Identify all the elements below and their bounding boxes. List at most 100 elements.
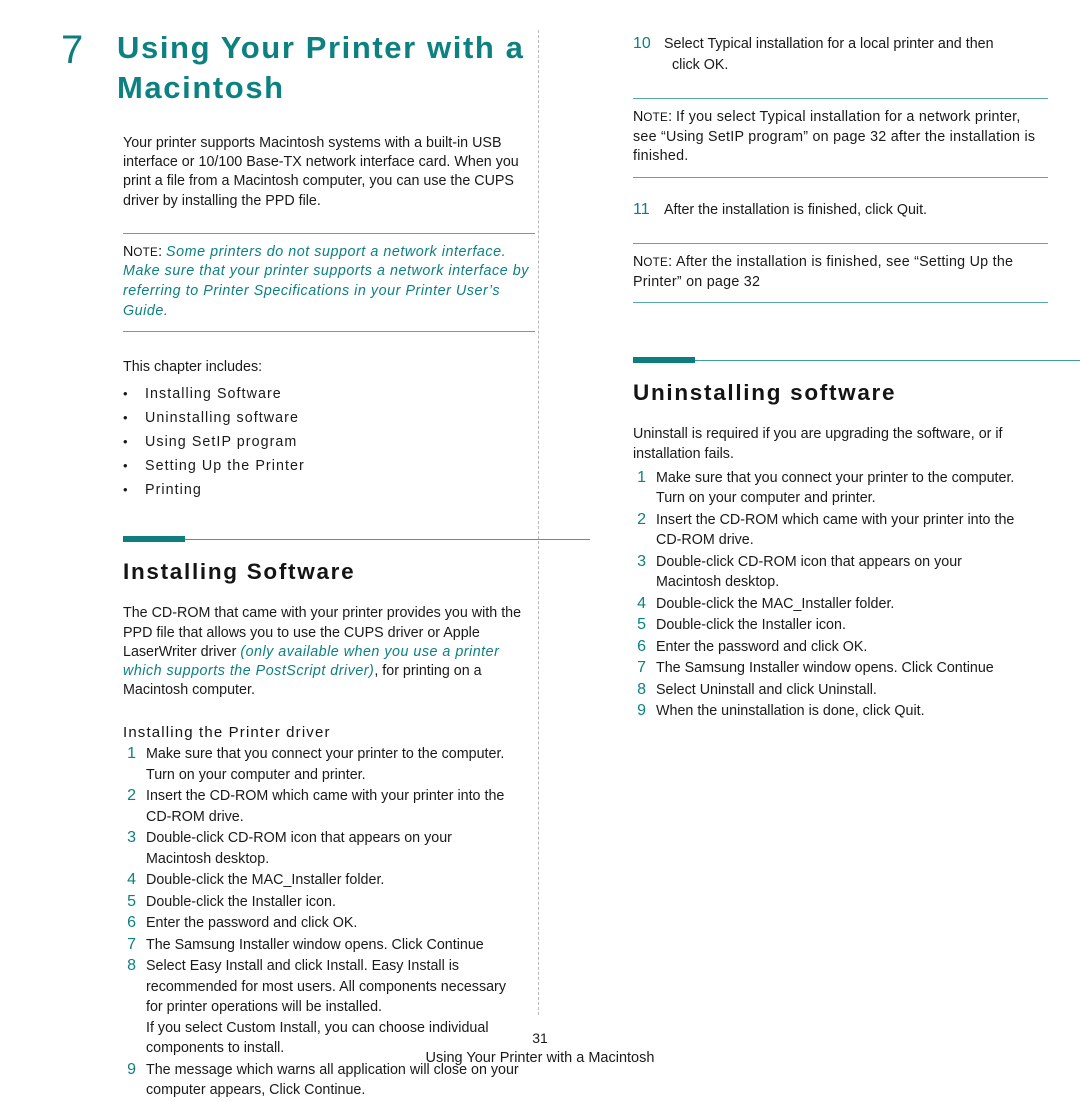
step-number: 9 [637,702,646,720]
step-text: Double-click CD-ROM icon that appears on… [656,553,962,591]
uninstalling-paragraph-text: Uninstall is required if you are upgradi… [633,426,1003,462]
chapter-includes-label: This chapter includes: [123,359,263,376]
step-number: 6 [127,914,136,932]
list-item: • Setting Up the Printer [123,454,535,478]
step-item: 1 Make sure that you connect your printe… [633,468,1051,509]
list-item-label: Installing Software [145,386,282,403]
step-item: 11 After the installation is finished, c… [633,200,1051,221]
step-number: 1 [127,745,136,763]
step-text: Double-click CD-ROM icon that appears on… [146,830,452,867]
step-text: Make sure that you connect your printer … [656,469,1015,507]
list-item-label: Using SetIP program [145,434,298,451]
right-column: 10 Select Typical installation for a loc… [565,0,1080,723]
step-number: 3 [127,829,136,847]
step-text: After the installation is finished, clic… [664,201,928,218]
step-text: Select Typical installation for a local … [664,36,994,73]
column-divider [538,30,539,1015]
step-item: 6 Enter the password and click OK. [633,637,1051,658]
list-item-label: Uninstalling software [145,410,299,427]
intro-paragraph: Your printer supports Macintosh systems … [123,135,519,209]
step-number: 11 [633,200,650,218]
step-item: 6 Enter the password and click OK. [123,913,538,934]
step-item: 4 Double-click the MAC_Installer folder. [633,594,1051,615]
step-item: 7 The Samsung Installer window opens. Cl… [633,658,1051,679]
list-item: • Using SetIP program [123,430,535,454]
step-text: Double-click the Installer icon. [656,617,846,634]
step-number: 2 [637,510,646,528]
step-item: 8 Select Uninstall and click Uninstall. [633,680,1051,701]
sub-heading-installing-printer-driver: Installing the Printer driver [123,724,331,742]
section-rule-thick [123,536,185,543]
chapter-number: 7 [61,28,84,72]
left-column: 7 Using Your Printer with a Macintosh Yo… [55,0,590,1102]
step-item: 7 The Samsung Installer window opens. Cl… [123,935,538,956]
step-number: 8 [637,680,646,698]
list-item-label: Printing [145,482,202,499]
uninstalling-steps: 1 Make sure that you connect your printe… [633,468,1051,722]
step-number: 3 [637,552,646,570]
page-number: 31 [532,1030,548,1046]
section-rule-thin [123,538,590,540]
bullet-icon: • [123,410,128,426]
step-number: 5 [637,616,646,634]
step-text: The Samsung Installer window opens. Clic… [656,660,994,677]
list-item: • Printing [123,478,535,502]
step-text: Enter the password and click OK. [146,915,358,932]
step-number: 5 [127,892,136,910]
step-text: Select Uninstall and click Uninstall. [656,681,877,698]
step-number: 2 [127,787,136,805]
step-text: Enter the password and click OK. [656,638,868,655]
step-item: 10 Select Typical installation for a loc… [633,34,1051,75]
step-item: 4 Double-click the MAC_Installer folder. [123,870,538,891]
bullet-icon: • [123,386,128,402]
step-number: 10 [633,35,651,52]
page-title: Using Your Printer with a Macintosh [117,30,525,105]
section-rule [633,357,1080,364]
section-title: Uninstalling software [633,380,897,406]
intro-paragraph-block: Your printer supports Macintosh systems … [123,134,535,211]
chapter-contents-list: • Installing Software • Uninstalling sof… [123,382,535,502]
step-text: The Samsung Installer window opens. Clic… [146,936,484,953]
step-text: Make sure that you connect your printer … [146,746,505,783]
bullet-icon: • [123,482,128,498]
note-body: If you select Typical installation for a… [633,109,1036,165]
installing-software-paragraph: The CD-ROM that came with your printer p… [123,604,535,700]
step-text: Double-click the MAC_Installer folder. [146,872,385,889]
step-number: 8 [127,957,136,975]
page-footer: 31 Using Your Printer with a Macintosh [0,1029,1080,1068]
step-number: 7 [127,935,136,953]
step-number: 7 [637,659,646,677]
step-item: 1 Make sure that you connect your printe… [123,744,538,785]
section-title: Installing Software [123,559,356,585]
section-rule [123,536,590,543]
step-item: 5 Double-click the Installer icon. [633,615,1051,636]
section-rule-thin [633,359,1080,362]
step-item: 3 Double-click CD-ROM icon that appears … [633,552,1051,593]
note-body: Some printers do not support a network i… [123,243,529,319]
list-item: • Installing Software [123,382,535,406]
note-network-interface: NOTE: Some printers do not support a net… [123,232,535,333]
document-page: 7 Using Your Printer with a Macintosh Yo… [0,0,1080,1098]
section-installing-software: Installing Software [55,536,590,586]
note-label: NOTE: [633,109,673,125]
chapter-includes-label-block: This chapter includes: [123,358,535,377]
step-item: 9 When the uninstallation is done, click… [633,701,1051,722]
step-number: 4 [127,871,136,889]
uninstalling-paragraph: Uninstall is required if you are upgradi… [633,425,1048,463]
note-label: NOTE: [633,254,673,271]
note-label: NOTE: [123,243,163,260]
step-number: 1 [637,468,646,486]
step-item: 5 Double-click the Installer icon. [123,892,538,913]
installing-steps-continued: 10 Select Typical installation for a loc… [633,34,1051,75]
step-text: Insert the CD-ROM which came with your p… [146,788,505,825]
step-11-block: 11 After the installation is finished, c… [633,200,1051,221]
note-typical-installation: NOTE: If you select Typical installation… [633,98,1048,178]
note-setting-up-printer: NOTE: After the installation is finished… [633,243,1048,304]
section-uninstalling-software: Uninstalling software [565,357,1080,407]
step-item: 3 Double-click CD-ROM icon that appears … [123,828,538,869]
bullet-icon: • [123,458,128,474]
step-text: When the uninstallation is done, click Q… [656,703,925,720]
note-body: After the installation is finished, see … [633,254,1014,290]
step-text: Double-click the MAC_Installer folder. [656,595,895,612]
list-item: • Uninstalling software [123,406,535,430]
